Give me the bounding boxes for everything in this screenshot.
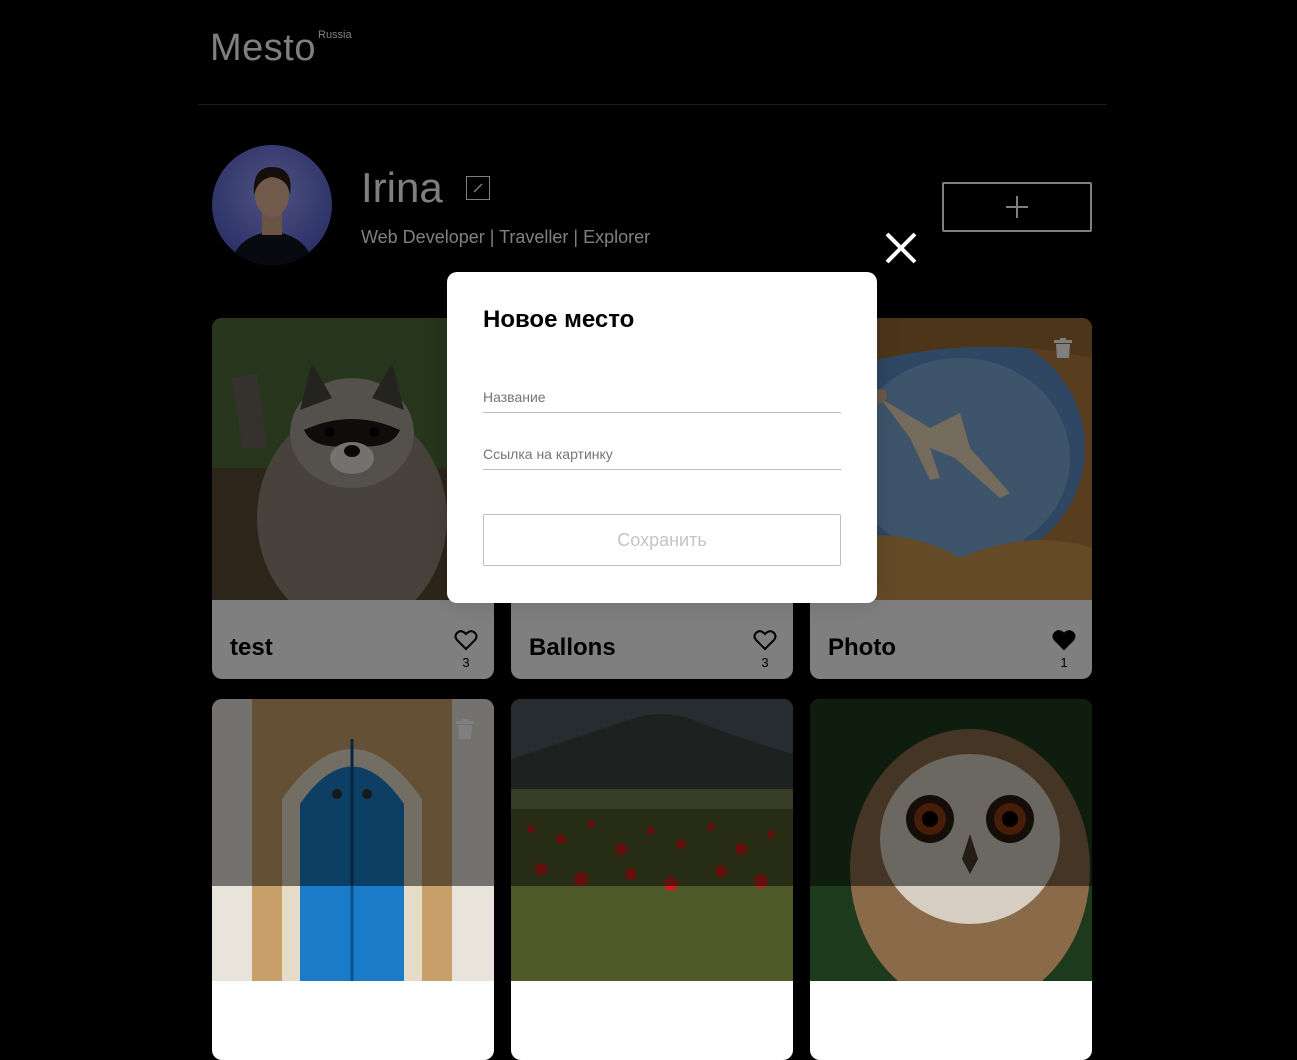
place-name-field [483, 382, 841, 413]
place-link-field [483, 439, 841, 470]
place-name-input[interactable] [483, 382, 841, 412]
popup-title: Новое место [483, 306, 635, 333]
page: Mesto Russia Irina Web Developer | Trave… [0, 0, 1297, 1060]
close-icon[interactable] [882, 229, 920, 267]
new-place-popup: Новое место Сохранить [447, 272, 877, 603]
place-link-input[interactable] [483, 439, 841, 469]
save-button[interactable]: Сохранить [483, 514, 841, 566]
